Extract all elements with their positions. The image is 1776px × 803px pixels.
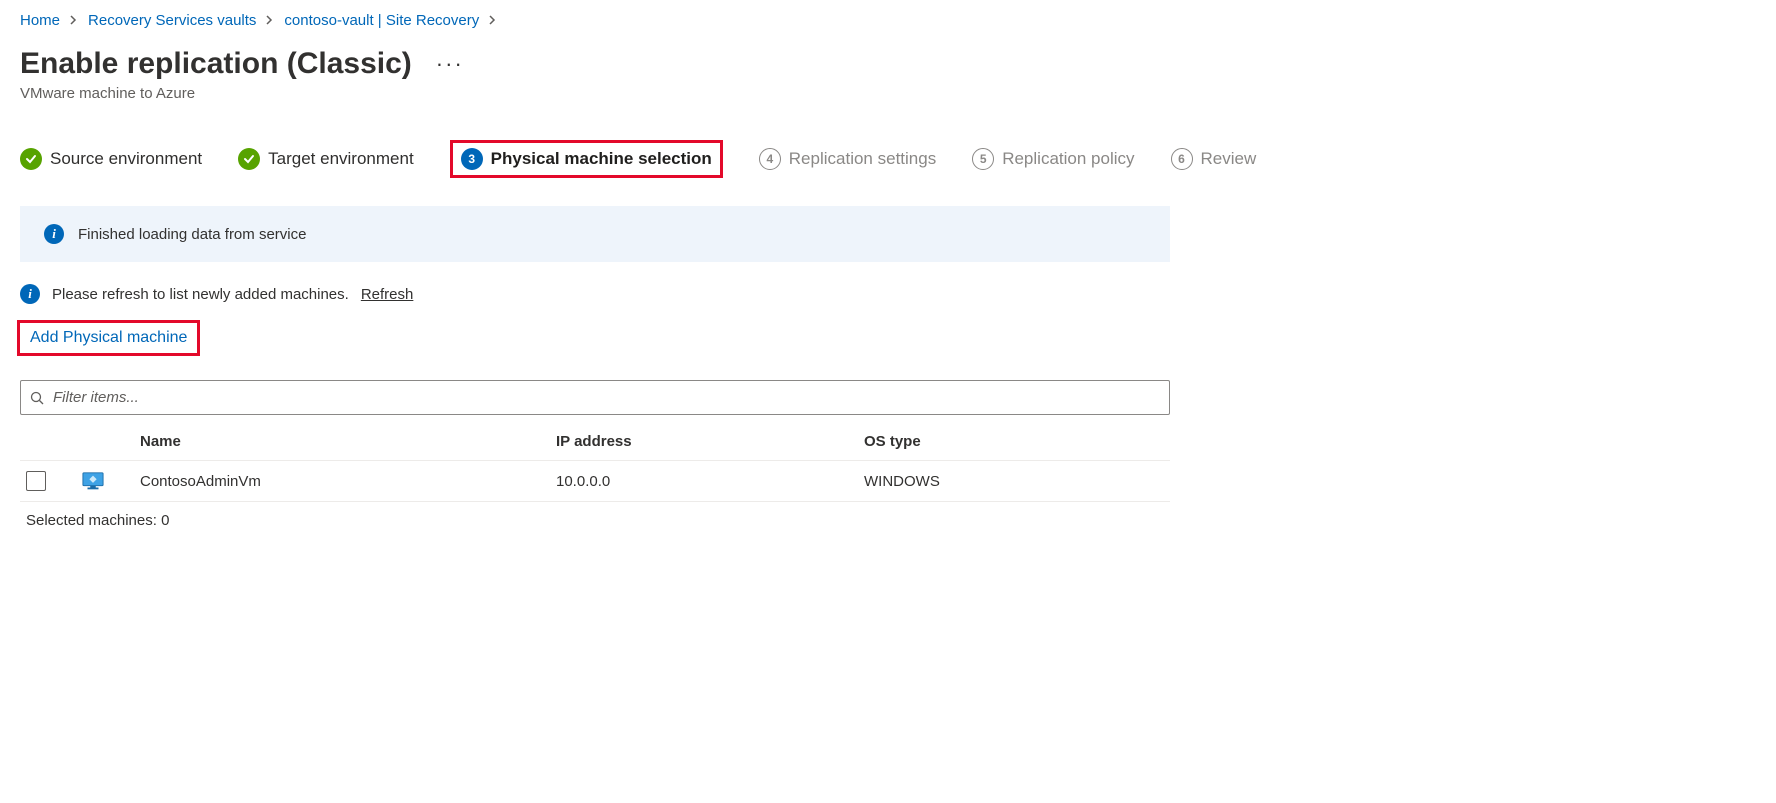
machines-table: Name IP address OS type ContosoAdminVm 1… (20, 423, 1170, 539)
cell-ip: 10.0.0.0 (556, 473, 856, 490)
monitor-icon (82, 471, 104, 491)
step-label: Source environment (50, 149, 202, 169)
column-os[interactable]: OS type (864, 433, 1164, 450)
row-checkbox[interactable] (26, 471, 46, 491)
selected-machines: Selected machines: 0 (20, 502, 1170, 539)
refresh-link[interactable]: Refresh (361, 286, 414, 303)
step-label: Physical machine selection (491, 149, 712, 169)
step-label: Replication settings (789, 149, 936, 169)
search-icon (30, 391, 44, 405)
step-number-icon: 6 (1171, 148, 1193, 170)
chevron-right-icon (70, 13, 78, 28)
column-ip[interactable]: IP address (556, 433, 856, 450)
page-title: Enable replication (Classic) (20, 47, 412, 81)
step-target-environment[interactable]: Target environment (238, 148, 414, 170)
table-row[interactable]: ContosoAdminVm 10.0.0.0 WINDOWS (20, 461, 1170, 502)
step-review[interactable]: 6 Review (1171, 148, 1257, 170)
info-banner: i Finished loading data from service (20, 206, 1170, 262)
breadcrumb: Home Recovery Services vaults contoso-va… (20, 12, 1756, 29)
refresh-prompt: i Please refresh to list newly added mac… (20, 284, 1756, 304)
column-name[interactable]: Name (140, 433, 548, 450)
step-number-icon: 5 (972, 148, 994, 170)
chevron-right-icon (266, 13, 274, 28)
filter-wrapper (20, 380, 1170, 415)
info-message: Finished loading data from service (78, 226, 306, 243)
step-replication-settings[interactable]: 4 Replication settings (759, 148, 936, 170)
breadcrumb-home[interactable]: Home (20, 12, 60, 29)
info-icon: i (44, 224, 64, 244)
step-label: Review (1201, 149, 1257, 169)
checkmark-icon (238, 148, 260, 170)
page-subtitle: VMware machine to Azure (20, 85, 1756, 102)
step-number-icon: 3 (461, 148, 483, 170)
step-replication-policy[interactable]: 5 Replication policy (972, 148, 1134, 170)
chevron-right-icon (489, 13, 497, 28)
step-number-icon: 4 (759, 148, 781, 170)
cell-name: ContosoAdminVm (140, 473, 548, 490)
more-actions-button[interactable]: ··· (436, 51, 464, 77)
info-icon: i (20, 284, 40, 304)
add-physical-machine-link[interactable]: Add Physical machine (30, 329, 187, 346)
breadcrumb-vaults[interactable]: Recovery Services vaults (88, 12, 256, 29)
step-physical-machine-selection[interactable]: 3 Physical machine selection (461, 148, 712, 170)
step-label: Target environment (268, 149, 414, 169)
table-header: Name IP address OS type (20, 423, 1170, 461)
wizard-steps: Source environment Target environment 3 … (20, 140, 1756, 178)
refresh-text: Please refresh to list newly added machi… (52, 286, 349, 303)
checkmark-icon (20, 148, 42, 170)
breadcrumb-vault-recovery[interactable]: contoso-vault | Site Recovery (284, 12, 479, 29)
step-label: Replication policy (1002, 149, 1134, 169)
filter-input[interactable] (20, 380, 1170, 415)
step-source-environment[interactable]: Source environment (20, 148, 202, 170)
cell-os: WINDOWS (864, 473, 1164, 490)
